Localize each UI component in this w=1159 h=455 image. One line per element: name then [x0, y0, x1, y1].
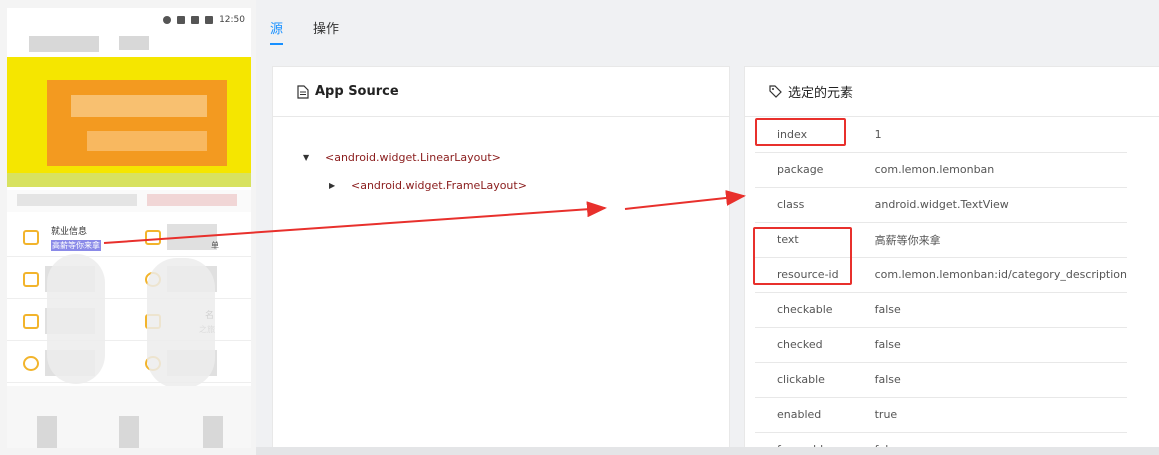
- horizontal-scrollbar[interactable]: [256, 447, 1159, 455]
- arrow-1: [103, 201, 607, 244]
- annotation-arrows: [103, 190, 746, 244]
- arrow-2: [624, 190, 746, 210]
